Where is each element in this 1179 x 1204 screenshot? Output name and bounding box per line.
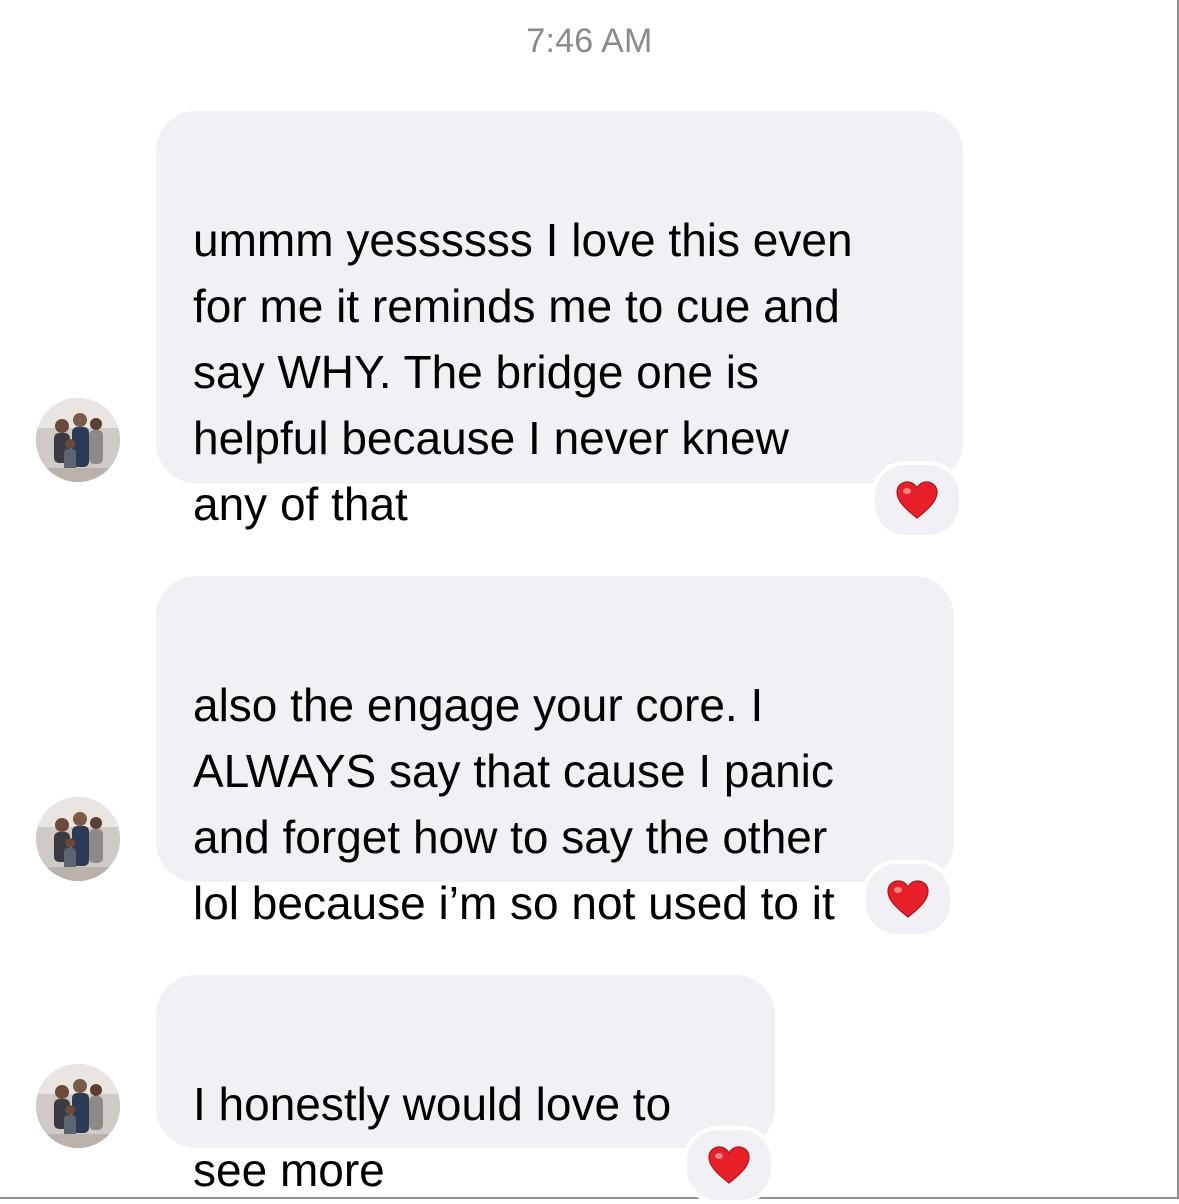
message-timestamp: 7:46 AM [526, 22, 653, 60]
avatar-photo [36, 1064, 120, 1148]
message-bubble[interactable]: I honestly would love to see more [156, 975, 775, 1196]
heart-reaction[interactable] [862, 860, 954, 938]
message-text: ummm yessssss I love this even for me it… [193, 214, 853, 530]
message-text: I honestly would love to see more [193, 1078, 672, 1196]
heart-icon [896, 481, 938, 519]
heart-reaction[interactable] [871, 461, 963, 539]
heart-icon [708, 1146, 750, 1184]
message-bubble[interactable]: ummm yessssss I love this even for me it… [156, 111, 963, 530]
avatar-photo [36, 797, 120, 881]
heart-icon [887, 880, 929, 918]
avatar-photo [36, 398, 120, 482]
message-bubble[interactable]: also the engage your core. I ALWAYS say … [156, 576, 954, 929]
message-text: also the engage your core. I ALWAYS say … [193, 679, 835, 929]
heart-reaction[interactable] [683, 1126, 775, 1204]
sender-avatar[interactable] [36, 1064, 120, 1148]
sender-avatar[interactable] [36, 398, 120, 482]
sender-avatar[interactable] [36, 797, 120, 881]
